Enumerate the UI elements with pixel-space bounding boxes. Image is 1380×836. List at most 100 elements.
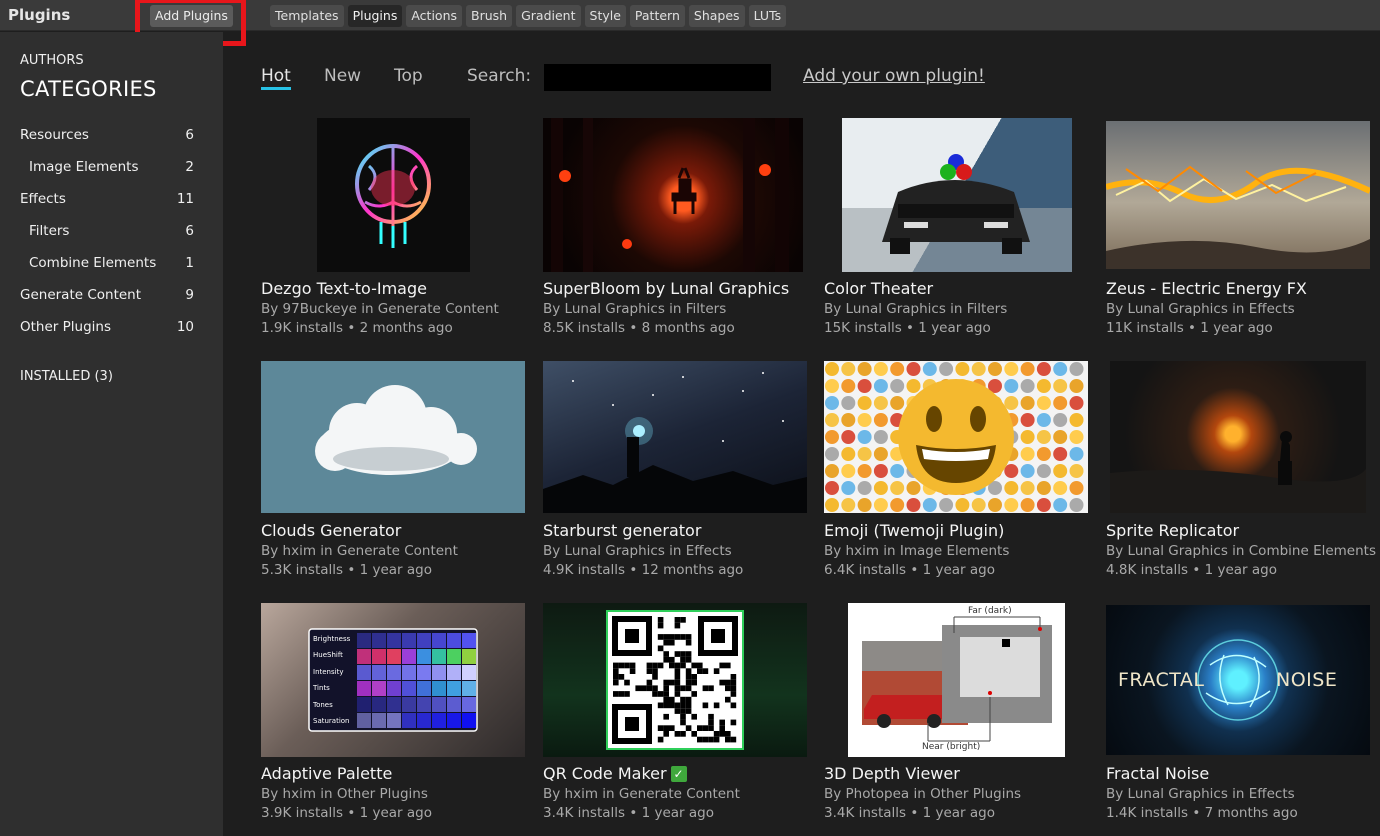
qr-module <box>613 679 619 686</box>
qr-module <box>697 725 703 731</box>
plugin-title: Color Theater <box>824 279 934 298</box>
qr-module <box>652 674 658 680</box>
lightning-image <box>1106 165 1370 269</box>
emoji-tile <box>906 498 921 512</box>
plugin-title-text: QR Code Maker <box>543 764 667 783</box>
qr-module <box>680 708 686 714</box>
plugin-card-zeus[interactable]: Zeus - Electric Energy FX By Lunal Graph… <box>1106 118 1376 338</box>
plugin-card-clouds[interactable]: Clouds Generator By hxim in Generate Con… <box>261 361 531 581</box>
emoji-tile <box>857 396 872 410</box>
qr-module <box>708 685 714 692</box>
qr-module <box>663 725 669 731</box>
emoji-tile <box>825 362 839 376</box>
emoji-tile <box>1053 481 1068 495</box>
plugin-card-color-theater[interactable]: Color Theater By Lunal Graphics in Filte… <box>824 118 1094 338</box>
fractal-left-label: FRACTAL <box>1118 669 1205 691</box>
tab-luts[interactable]: LUTs <box>748 5 787 27</box>
qr-module <box>674 674 681 680</box>
tab-gradient[interactable]: Gradient <box>516 5 581 27</box>
emoji-tile <box>1020 430 1035 444</box>
emoji-tile <box>1069 396 1084 410</box>
search-input[interactable] <box>544 64 771 91</box>
installed-link[interactable]: INSTALLED (3) <box>20 369 113 384</box>
palette-swatch <box>357 665 371 680</box>
sidebar-item-filters[interactable]: Filters 6 <box>29 223 196 243</box>
plugin-byline: By hxim in Generate Content <box>543 786 740 802</box>
qr-module <box>652 685 658 692</box>
plugin-card-emoji[interactable]: Emoji (Twemoji Plugin) By hxim in Image … <box>824 361 1094 581</box>
sidebar-item-generate-content[interactable]: Generate Content 9 <box>20 287 196 307</box>
qr-module <box>691 679 697 686</box>
sidebar-item-effects[interactable]: Effects 11 <box>20 191 196 211</box>
emoji-tile <box>1053 413 1068 427</box>
emoji-tile <box>1036 379 1051 393</box>
plugin-card-starburst[interactable]: Starburst generator By Lunal Graphics in… <box>543 361 813 581</box>
emoji-tile <box>825 430 839 444</box>
categories-heading: CATEGORIES <box>20 77 157 101</box>
fractal-right-label: NOISE <box>1276 669 1338 691</box>
qr-module <box>691 713 697 720</box>
add-own-plugin-link[interactable]: Add your own plugin! <box>803 66 985 86</box>
palette-swatch <box>462 665 476 680</box>
emoji-tile <box>825 498 839 512</box>
tab-plugins[interactable]: Plugins <box>347 5 403 27</box>
top-bar: Plugins Add Plugins Templates Plugins Ac… <box>0 0 1380 46</box>
qr-module <box>674 685 681 692</box>
authors-link[interactable]: AUTHORS <box>20 53 84 68</box>
tab-pattern[interactable]: Pattern <box>629 5 685 27</box>
qr-module <box>691 731 697 737</box>
qr-module <box>669 639 675 646</box>
emoji-tile <box>841 362 856 376</box>
qr-module <box>663 639 669 646</box>
palette-swatch <box>387 681 401 696</box>
palette-swatch <box>357 713 371 728</box>
plugin-card-fractal-noise[interactable]: FRACTAL NOISE Fractal Noise By Lunal Gra… <box>1106 603 1376 823</box>
tab-top[interactable]: Top <box>394 66 423 86</box>
plugin-thumbnail <box>317 118 470 272</box>
sidebar-item-combine-elements[interactable]: Combine Elements 1 <box>29 255 196 275</box>
sidebar-item-other-plugins[interactable]: Other Plugins 10 <box>20 319 196 339</box>
palette-swatch <box>372 697 386 712</box>
tab-brush[interactable]: Brush <box>466 5 513 27</box>
palette-swatch <box>357 681 371 696</box>
plugin-card-qr-code[interactable]: QR Code Maker ✓ By hxim in Generate Conte… <box>543 603 813 823</box>
plugin-card-3d-depth-viewer[interactable]: Far (dark) Near (bright) 3D Depth Viewer… <box>824 603 1094 823</box>
category-count: 9 <box>185 287 194 303</box>
emoji-tile <box>1036 430 1051 444</box>
qr-module <box>730 719 737 726</box>
tab-shapes[interactable]: Shapes <box>688 5 745 27</box>
qr-module <box>691 662 697 669</box>
plugin-card-sprite-replicator[interactable]: Sprite Replicator By Lunal Graphics in C… <box>1106 361 1376 581</box>
plugin-card-dezgo[interactable]: Dezgo Text-to-Image By 97Buckeye in Gene… <box>261 118 531 338</box>
tab-style[interactable]: Style <box>584 5 626 27</box>
sidebar-item-resources[interactable]: Resources 6 <box>20 127 196 147</box>
qr-module <box>613 662 619 669</box>
emoji-tile <box>1020 362 1035 376</box>
emoji-tile <box>1004 362 1019 376</box>
emoji-tile <box>1020 447 1035 461</box>
qr-module <box>624 691 630 697</box>
sidebar-item-image-elements[interactable]: Image Elements 2 <box>29 159 196 179</box>
emoji-tile <box>955 362 970 376</box>
palette-swatch <box>417 713 431 728</box>
category-label: Effects <box>20 191 66 207</box>
tab-new[interactable]: New <box>324 66 361 86</box>
depth-map-image <box>862 616 1052 742</box>
plugin-stats: 4.9K installs • 12 months ago <box>543 562 744 578</box>
emoji-tile <box>922 498 937 512</box>
emoji-tile <box>1069 379 1084 393</box>
palette-swatch <box>402 649 416 664</box>
tab-actions[interactable]: Actions <box>406 5 463 27</box>
qr-module <box>663 731 669 737</box>
qr-module <box>719 679 725 686</box>
palette-swatch <box>417 665 431 680</box>
plugin-byline: By Lunal Graphics in Effects <box>543 543 732 559</box>
plugin-card-superbloom[interactable]: SuperBloom by Lunal Graphics By Lunal Gr… <box>543 118 813 338</box>
qr-module <box>663 702 669 709</box>
palette-swatch <box>387 665 401 680</box>
palette-swatch <box>372 649 386 664</box>
tab-templates[interactable]: Templates <box>270 5 344 27</box>
tab-hot[interactable]: Hot <box>261 66 291 90</box>
plugin-card-adaptive-palette[interactable]: Brightness HueShift Intensity Tints Tone… <box>261 603 531 823</box>
emoji-tile <box>857 447 872 461</box>
